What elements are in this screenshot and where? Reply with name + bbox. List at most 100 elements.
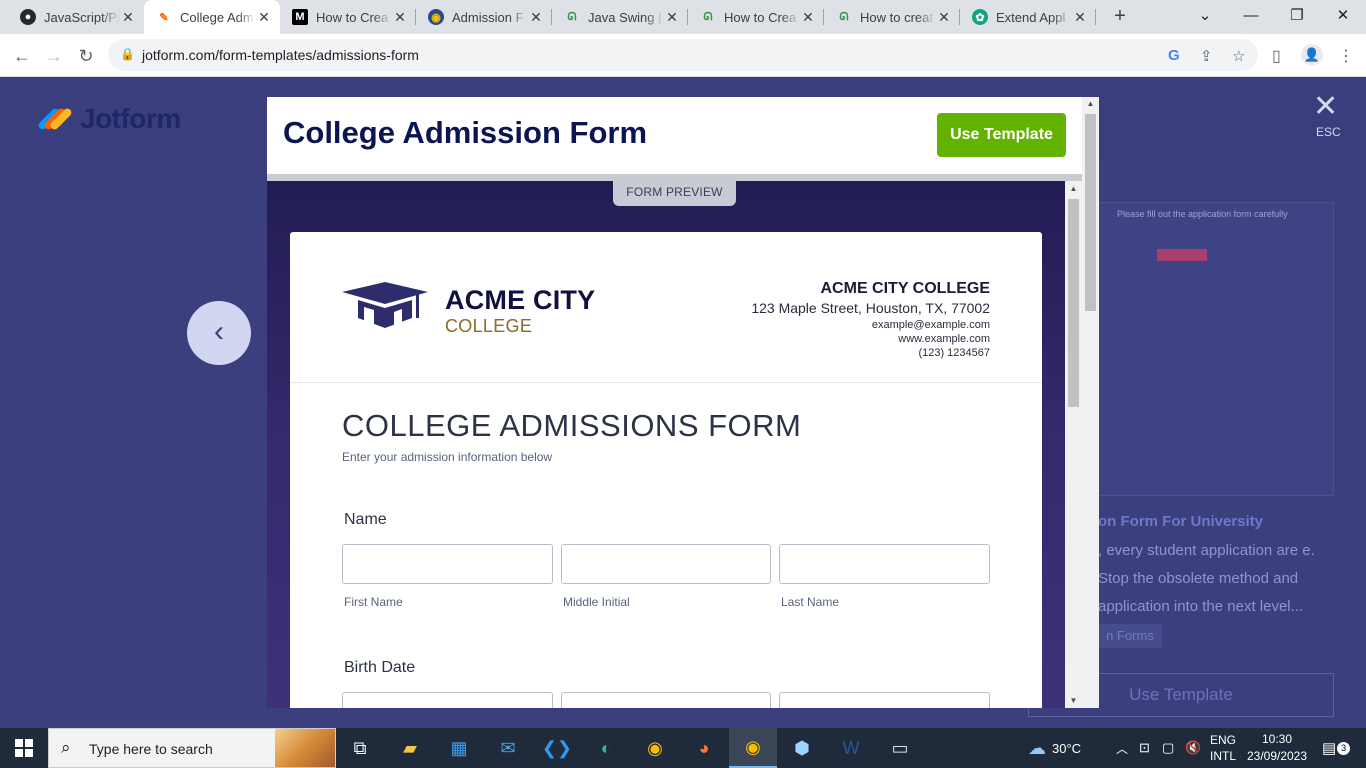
graduation-cap-icon (342, 282, 428, 329)
scroll-up-arrow-icon[interactable]: ▲ (1082, 99, 1099, 108)
word-icon[interactable]: W (827, 728, 875, 768)
tab-extend-app[interactable]: ✿ Extend Appl ✕ (960, 0, 1096, 34)
browser-toolbar: ← → ↻ 🔒 jotform.com/form-templates/admis… (0, 34, 1366, 77)
birth-year-input[interactable] (779, 692, 990, 708)
notifications-button[interactable]: ▤ 3 (1322, 728, 1351, 768)
middle-initial-input[interactable] (561, 544, 771, 584)
first-name-input[interactable] (342, 544, 553, 584)
medium-icon: M (292, 9, 308, 25)
college-phone: (123) 1234567 (918, 347, 990, 359)
edge-icon[interactable]: ◐ (582, 728, 630, 768)
task-view-icon[interactable]: ⧉ (336, 728, 384, 768)
lock-icon[interactable]: 🔒 (120, 47, 135, 61)
restore-button[interactable]: ❐ (1274, 0, 1320, 32)
close-window-button[interactable]: ✕ (1320, 0, 1366, 32)
college-logo-sub: COLLEGE (445, 316, 533, 336)
mail-icon[interactable]: ✉ (484, 728, 532, 768)
profile-avatar-icon[interactable]: 👤 (1301, 44, 1323, 66)
birth-date-label: Birth Date (344, 659, 416, 676)
middle-initial-sublabel: Middle Initial (563, 595, 630, 609)
share-icon[interactable]: ⇪ (1200, 47, 1213, 65)
college-street: 123 Maple Street, Houston, TX, 77002 (751, 300, 990, 316)
back-button[interactable]: ← (8, 42, 36, 70)
close-tab-icon[interactable]: ✕ (256, 9, 272, 26)
tab-java-swing[interactable]: ᘏ Java Swing | ✕ (552, 0, 688, 34)
firefox-icon[interactable]: ◕ (680, 728, 728, 768)
last-name-sublabel: Last Name (781, 595, 840, 609)
modal-title: College Admission Form (283, 115, 648, 150)
background-card-badge (1157, 249, 1207, 261)
forward-button[interactable]: → (40, 42, 68, 70)
chrome-active-icon[interactable]: ◉ (729, 728, 777, 768)
birth-day-input[interactable] (561, 692, 771, 708)
close-tab-icon[interactable]: ✕ (528, 9, 544, 26)
weather-widget[interactable]: ☁ 30°C (1028, 728, 1081, 768)
tab-search-icon[interactable]: ⌄ (1182, 0, 1228, 32)
birth-month-input[interactable] (342, 692, 553, 708)
template-preview-modal: College Admission Form Use Template ▲ FO… (267, 97, 1099, 708)
file-explorer-icon[interactable]: ▰ (386, 728, 434, 768)
jotform-logo-icon (36, 106, 74, 132)
modal-scrollbar[interactable]: ▲ (1082, 97, 1099, 708)
network-icon[interactable]: ⊡ (1139, 728, 1150, 768)
windows-logo-icon (15, 739, 33, 757)
close-tab-icon[interactable]: ✕ (120, 9, 136, 26)
preview-scrollbar[interactable]: ▲ ▼ (1065, 181, 1082, 708)
search-placeholder: Type here to search (89, 741, 213, 757)
tab-title: How to Crea (724, 9, 797, 25)
volume-muted-icon[interactable]: 🔇 (1185, 728, 1201, 768)
tray-overflow-icon[interactable]: ︿ (1116, 728, 1128, 768)
minimize-button[interactable]: — (1228, 0, 1274, 32)
close-tab-icon[interactable]: ✕ (800, 9, 816, 26)
esc-label[interactable]: ESC (1316, 125, 1341, 139)
language-indicator[interactable]: ENG INTL (1210, 728, 1236, 768)
modal-scroll-thumb[interactable] (1085, 114, 1096, 311)
tab-how-to-create-2[interactable]: ᘏ How to creat ✕ (824, 0, 960, 34)
reload-button[interactable]: ↻ (72, 42, 100, 70)
scroll-down-arrow-icon[interactable]: ▼ (1065, 696, 1082, 705)
clock[interactable]: 10:30 23/09/2023 (1244, 731, 1310, 765)
close-modal-icon[interactable]: ✕ (1313, 89, 1338, 124)
close-tab-icon[interactable]: ✕ (392, 9, 408, 26)
github-icon: ● (20, 9, 36, 25)
microsoft-store-icon[interactable]: ▦ (435, 728, 483, 768)
tab-college-admission[interactable]: ✎ College Adm ✕ (144, 0, 280, 34)
search-highlight-image (275, 729, 335, 767)
tab-admission[interactable]: ◉ Admission F ✕ (416, 0, 552, 34)
url-text[interactable]: jotform.com/form-templates/admissions-fo… (142, 47, 419, 63)
side-panel-icon[interactable]: ▯ (1272, 46, 1281, 66)
terminal-icon[interactable]: ▭ (876, 728, 924, 768)
tab-title: How to creat (860, 9, 933, 25)
tab-github[interactable]: ● JavaScript/Pr ✕ (8, 0, 144, 34)
previous-template-button[interactable]: ‹ (187, 301, 251, 365)
form-title: COLLEGE ADMISSIONS FORM (342, 408, 802, 443)
vscode-icon[interactable]: ❮❯ (533, 728, 581, 768)
tab-medium[interactable]: M How to Crea ✕ (280, 0, 416, 34)
bookmark-star-icon[interactable]: ☆ (1232, 47, 1245, 65)
tab-how-to-create[interactable]: ᘏ How to Crea ✕ (688, 0, 824, 34)
start-button[interactable] (0, 728, 48, 768)
college-logo-name: ACME CITY (445, 285, 596, 315)
first-name-sublabel: First Name (344, 595, 403, 609)
new-tab-button[interactable]: + (1108, 4, 1132, 28)
wifi-icon[interactable]: ▢ (1162, 728, 1174, 768)
taskbar-search-box[interactable]: ⌕ Type here to search (48, 728, 336, 768)
address-bar[interactable]: 🔒 jotform.com/form-templates/admissions-… (108, 39, 1258, 71)
google-translate-icon[interactable]: G (1168, 47, 1180, 64)
chrome-icon[interactable]: ◉ (631, 728, 679, 768)
3d-app-icon[interactable]: ⬢ (778, 728, 826, 768)
use-template-button[interactable]: Use Template (937, 113, 1066, 157)
menu-kebab-icon[interactable]: ⋮ (1338, 46, 1354, 66)
preview-scroll-thumb[interactable] (1068, 199, 1079, 407)
jotform-logo[interactable]: Jotform (36, 103, 181, 135)
windows-taskbar: ⌕ Type here to search ⧉ ▰ ▦ ✉ ❮❯ ◐ ◉ ◕ ◉… (0, 728, 1366, 768)
last-name-input[interactable] (779, 544, 990, 584)
form-card: ACME CITY COLLEGE ACME CITY COLLEGE 123 … (290, 232, 1042, 708)
college-email: example@example.com (871, 319, 990, 331)
close-tab-icon[interactable]: ✕ (936, 9, 952, 26)
tab-title: Admission F (452, 9, 524, 25)
close-tab-icon[interactable]: ✕ (1072, 9, 1088, 26)
geeksforgeeks-icon: ᘏ (839, 10, 849, 23)
scroll-up-arrow-icon[interactable]: ▲ (1065, 184, 1082, 193)
close-tab-icon[interactable]: ✕ (664, 9, 680, 26)
